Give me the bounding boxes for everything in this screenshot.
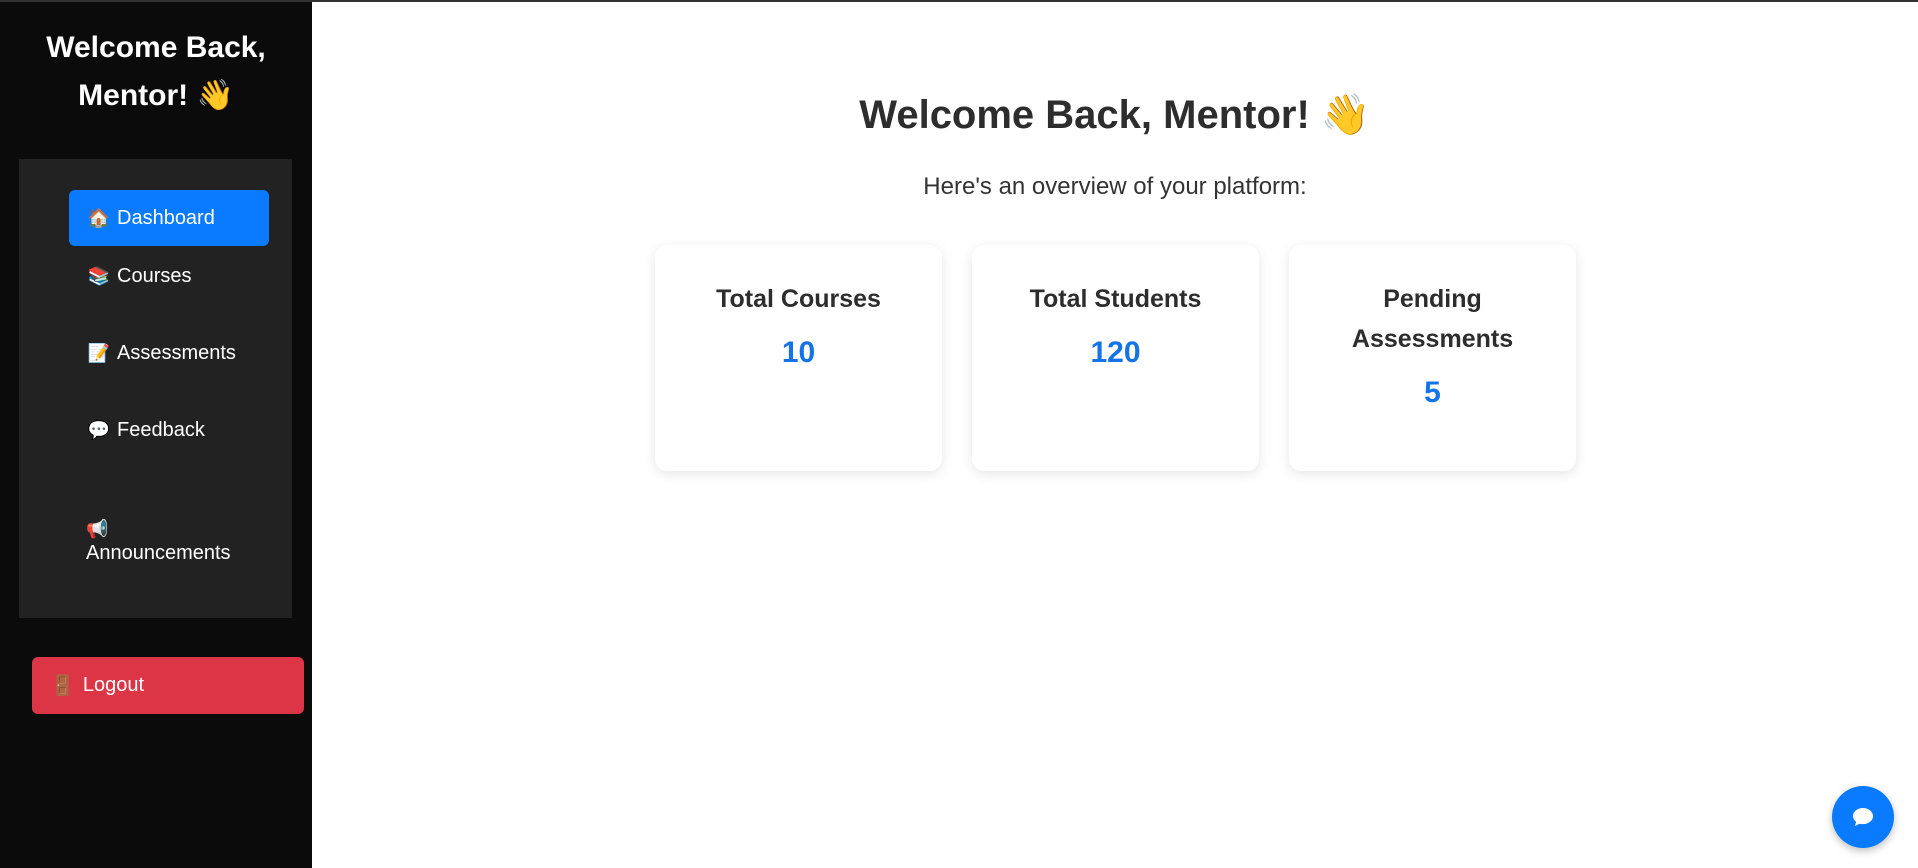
- stat-card-total-courses: Total Courses 10: [655, 245, 942, 471]
- nav-item-announcements[interactable]: 📢 Announcements: [66, 517, 266, 575]
- chat-button[interactable]: [1832, 786, 1894, 848]
- logout-button[interactable]: 🚪 Logout: [32, 657, 304, 714]
- page-title: Welcome Back, Mentor! 👋: [859, 93, 1371, 137]
- books-icon: 📚: [87, 266, 111, 286]
- sidebar: Welcome Back, Mentor! 👋 🏠 Dashboard 📚 Co…: [0, 2, 312, 868]
- home-icon: 🏠: [87, 208, 111, 228]
- page-subtitle: Here's an overview of your platform:: [923, 173, 1307, 200]
- sidebar-title: Welcome Back, Mentor! 👋: [46, 31, 266, 112]
- app-window: Welcome Back, Mentor! 👋 🏠 Dashboard 📚 Co…: [0, 0, 1918, 868]
- chat-icon: [1853, 808, 1873, 826]
- nav-item-label: Announcements: [86, 542, 231, 564]
- stat-card-title: Pending Assessments: [1351, 285, 1514, 353]
- logout-label: Logout: [82, 674, 145, 696]
- speech-bubble-icon: 💬: [87, 420, 111, 440]
- nav-panel: 🏠 Dashboard 📚 Courses 📝 Assessments 💬 Fe…: [19, 159, 292, 618]
- nav-item-feedback[interactable]: 💬 Feedback: [69, 410, 269, 450]
- nav-item-label: Feedback: [117, 419, 205, 441]
- stat-card-value: 10: [781, 336, 816, 369]
- main-content: Welcome Back, Mentor! 👋 Here's an overvi…: [312, 2, 1918, 868]
- door-icon: 🚪: [50, 675, 75, 697]
- stat-card-value: 5: [1424, 376, 1441, 409]
- stat-card-pending-assessments: Pending Assessments 5: [1289, 245, 1576, 471]
- megaphone-icon: 📢: [86, 519, 109, 539]
- nav-item-courses[interactable]: 📚 Courses: [69, 256, 269, 296]
- nav-item-dashboard[interactable]: 🏠 Dashboard: [69, 190, 269, 246]
- stat-card-title: Total Students: [1029, 285, 1202, 313]
- nav-item-assessments[interactable]: 📝 Assessments: [69, 333, 269, 373]
- nav-item-label: Dashboard: [117, 207, 215, 229]
- nav-item-label: Assessments: [117, 342, 236, 364]
- memo-icon: 📝: [87, 343, 111, 363]
- stat-card-value: 120: [1090, 336, 1141, 369]
- stat-card-title: Total Courses: [716, 285, 881, 313]
- nav-item-label: Courses: [117, 265, 192, 287]
- stat-card-total-students: Total Students 120: [972, 245, 1259, 471]
